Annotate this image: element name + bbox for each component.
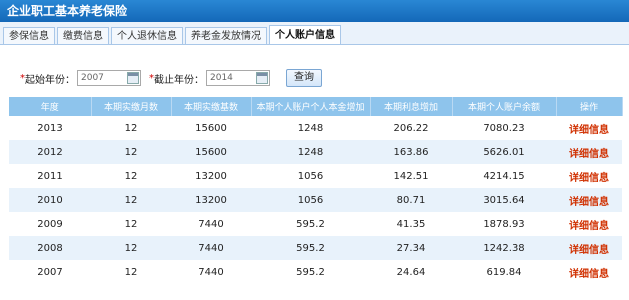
cell-interest: 163.86 <box>370 140 452 164</box>
cell-balance: 5626.01 <box>452 140 556 164</box>
cell-base: 15600 <box>171 116 251 140</box>
col-header-action: 操作 <box>556 97 623 116</box>
cell-principal: 595.2 <box>251 212 370 236</box>
cell-months: 12 <box>91 188 171 212</box>
col-header-base: 本期实缴基数 <box>171 97 252 116</box>
cell-months: 12 <box>91 236 171 260</box>
cell-year: 2007 <box>9 260 91 284</box>
tab-retirement-info[interactable]: 个人退休信息 <box>111 27 183 44</box>
query-button[interactable]: 查询 <box>286 69 322 87</box>
cell-base: 7440 <box>171 236 251 260</box>
table-row: 2008 12 7440 595.2 27.34 1242.38 详细信息 <box>9 236 622 260</box>
details-link[interactable]: 详细信息 <box>556 260 622 284</box>
search-form: * 起始年份： 2007 * 截止年份： 2014 查询 <box>20 68 322 88</box>
cell-months: 12 <box>91 212 171 236</box>
tab-pension-payments[interactable]: 养老金发放情况 <box>185 27 267 44</box>
cell-balance: 1878.93 <box>452 212 556 236</box>
tab-personal-account[interactable]: 个人账户信息 <box>269 25 341 44</box>
cell-months: 12 <box>91 260 171 284</box>
cell-months: 12 <box>91 116 171 140</box>
cell-principal: 595.2 <box>251 260 370 284</box>
details-link[interactable]: 详细信息 <box>556 212 622 236</box>
cell-balance: 7080.23 <box>452 116 556 140</box>
cell-balance: 619.84 <box>452 260 556 284</box>
details-link[interactable]: 详细信息 <box>556 236 622 260</box>
cell-base: 13200 <box>171 164 251 188</box>
cell-year: 2012 <box>9 140 91 164</box>
cell-base: 7440 <box>171 212 251 236</box>
table-row: 2009 12 7440 595.2 41.35 1878.93 详细信息 <box>9 212 622 236</box>
table-row: 2007 12 7440 595.2 24.64 619.84 详细信息 <box>9 260 622 284</box>
table-row: 2012 12 15600 1248 163.86 5626.01 详细信息 <box>9 140 622 164</box>
cell-principal: 1248 <box>251 116 370 140</box>
account-table: 年度 本期实缴月数 本期实缴基数 本期个人账户个人本金增加 本期利息增加 本期个… <box>9 97 623 284</box>
details-link[interactable]: 详细信息 <box>556 188 622 212</box>
start-year-input[interactable]: 2007 <box>77 70 141 86</box>
cell-balance: 1242.38 <box>452 236 556 260</box>
cell-interest: 206.22 <box>370 116 452 140</box>
cell-interest: 142.51 <box>370 164 452 188</box>
calendar-icon[interactable] <box>127 72 139 84</box>
col-header-interest: 本期利息增加 <box>370 97 453 116</box>
start-year-label: 起始年份： <box>25 74 75 86</box>
cell-months: 12 <box>91 140 171 164</box>
tab-payment-info[interactable]: 缴费信息 <box>57 27 109 44</box>
cell-interest: 41.35 <box>370 212 452 236</box>
details-link[interactable]: 详细信息 <box>556 140 622 164</box>
tab-bar: 参保信息 缴费信息 个人退休信息 养老金发放情况 个人账户信息 <box>0 22 629 45</box>
details-link[interactable]: 详细信息 <box>556 116 622 140</box>
calendar-icon[interactable] <box>256 72 268 84</box>
table-row: 2010 12 13200 1056 80.71 3015.64 详细信息 <box>9 188 622 212</box>
col-header-year: 年度 <box>9 97 92 116</box>
end-year-label: 截止年份： <box>154 74 204 86</box>
table-header-row: 年度 本期实缴月数 本期实缴基数 本期个人账户个人本金增加 本期利息增加 本期个… <box>9 97 623 116</box>
cell-principal: 1056 <box>251 188 370 212</box>
cell-balance: 3015.64 <box>452 188 556 212</box>
end-year-input[interactable]: 2014 <box>206 70 270 86</box>
col-header-months: 本期实缴月数 <box>91 97 172 116</box>
cell-year: 2009 <box>9 212 91 236</box>
cell-balance: 4214.15 <box>452 164 556 188</box>
col-header-principal: 本期个人账户个人本金增加 <box>251 97 371 116</box>
cell-interest: 80.71 <box>370 188 452 212</box>
cell-interest: 27.34 <box>370 236 452 260</box>
cell-base: 7440 <box>171 260 251 284</box>
start-year-value: 2007 <box>81 73 104 83</box>
cell-base: 15600 <box>171 140 251 164</box>
cell-base: 13200 <box>171 188 251 212</box>
cell-year: 2011 <box>9 164 91 188</box>
col-header-balance: 本期个人账户余额 <box>452 97 557 116</box>
cell-year: 2008 <box>9 236 91 260</box>
table-row: 2011 12 13200 1056 142.51 4214.15 详细信息 <box>9 164 622 188</box>
cell-months: 12 <box>91 164 171 188</box>
tab-enrollment-info[interactable]: 参保信息 <box>3 27 55 44</box>
cell-principal: 1056 <box>251 164 370 188</box>
details-link[interactable]: 详细信息 <box>556 164 622 188</box>
cell-year: 2013 <box>9 116 91 140</box>
cell-year: 2010 <box>9 188 91 212</box>
cell-interest: 24.64 <box>370 260 452 284</box>
end-year-value: 2014 <box>210 73 233 83</box>
cell-principal: 595.2 <box>251 236 370 260</box>
cell-principal: 1248 <box>251 140 370 164</box>
table-row: 2013 12 15600 1248 206.22 7080.23 详细信息 <box>9 116 622 140</box>
window-title: 企业职工基本养老保险 <box>0 0 629 22</box>
